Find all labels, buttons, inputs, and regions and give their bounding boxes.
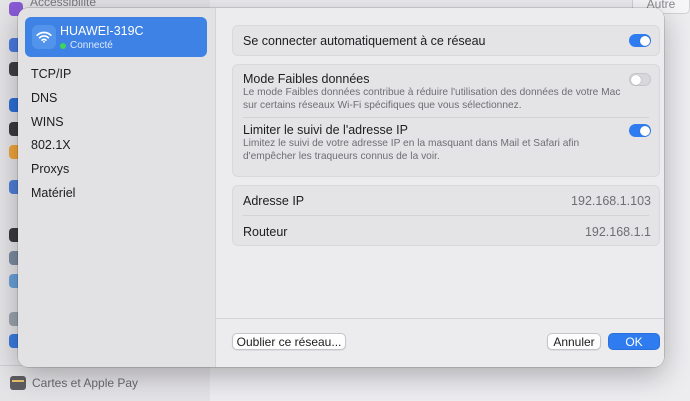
network-info-group: Adresse IP 192.168.1.103 Routeur 192.168…	[232, 185, 660, 246]
low-data-description: Le mode Faibles données contribue à rédu…	[243, 87, 621, 111]
dialog-sidebar: HUAWEI-319C Connecté TCP/IP DNS WINS 802…	[18, 8, 216, 367]
network-details-dialog: HUAWEI-319C Connecté TCP/IP DNS WINS 802…	[18, 8, 664, 367]
auto-join-label: Se connecter automatiquement à ce réseau	[243, 34, 486, 48]
sidebar-item-wallet[interactable]: Cartes et Apple Pay	[10, 376, 138, 390]
footer-divider	[216, 318, 664, 319]
dialog-main: Se connecter automatiquement à ce réseau…	[216, 8, 664, 367]
limit-tracking-toggle[interactable]	[629, 124, 651, 137]
sidebar-item-wins[interactable]: WINS	[31, 111, 75, 135]
network-status: Connecté	[60, 40, 113, 51]
privacy-group: Mode Faibles données Le mode Faibles don…	[232, 64, 660, 177]
auto-join-group: Se connecter automatiquement à ce réseau	[232, 25, 660, 56]
network-item-selected[interactable]: HUAWEI-319C Connecté	[25, 17, 207, 57]
forget-network-button[interactable]: Oublier ce réseau...	[232, 333, 346, 350]
sidebar-item-hardware[interactable]: Matériel	[31, 182, 75, 206]
low-data-label: Mode Faibles données	[243, 72, 370, 86]
connected-dot-icon	[60, 42, 66, 49]
wallet-icon	[10, 376, 26, 390]
network-status-label: Connecté	[70, 40, 113, 51]
limit-tracking-description: Limitez le suivi de votre adresse IP en …	[243, 138, 580, 162]
cancel-button[interactable]: Annuler	[547, 333, 601, 350]
row-divider	[243, 215, 649, 216]
sidebar-item-proxies[interactable]: Proxys	[31, 158, 75, 182]
network-name: HUAWEI-319C	[60, 24, 144, 38]
sidebar-item-dns[interactable]: DNS	[31, 87, 75, 111]
row-divider	[243, 117, 649, 118]
sidebar-item-tcpip[interactable]: TCP/IP	[31, 63, 75, 87]
router-value: 192.168.1.1	[584, 225, 651, 239]
toggle-knob	[639, 35, 650, 46]
low-data-toggle[interactable]	[629, 73, 651, 86]
ip-address-value: 192.168.1.103	[571, 194, 651, 208]
toggle-knob	[639, 125, 650, 136]
auto-join-toggle[interactable]	[629, 34, 651, 47]
sidebar-item-wallet-label: Cartes et Apple Pay	[32, 376, 139, 390]
sidebar-item-8021x[interactable]: 802.1X	[31, 134, 75, 158]
limit-tracking-label: Limiter le suivi de l'adresse IP	[243, 123, 408, 137]
toggle-knob	[630, 74, 641, 85]
ip-address-label: Adresse IP	[243, 194, 305, 208]
wifi-icon	[32, 25, 56, 49]
settings-menu: TCP/IP DNS WINS 802.1X Proxys Matériel	[31, 63, 75, 206]
router-label: Routeur	[243, 225, 288, 239]
ok-button[interactable]: OK	[608, 333, 660, 350]
